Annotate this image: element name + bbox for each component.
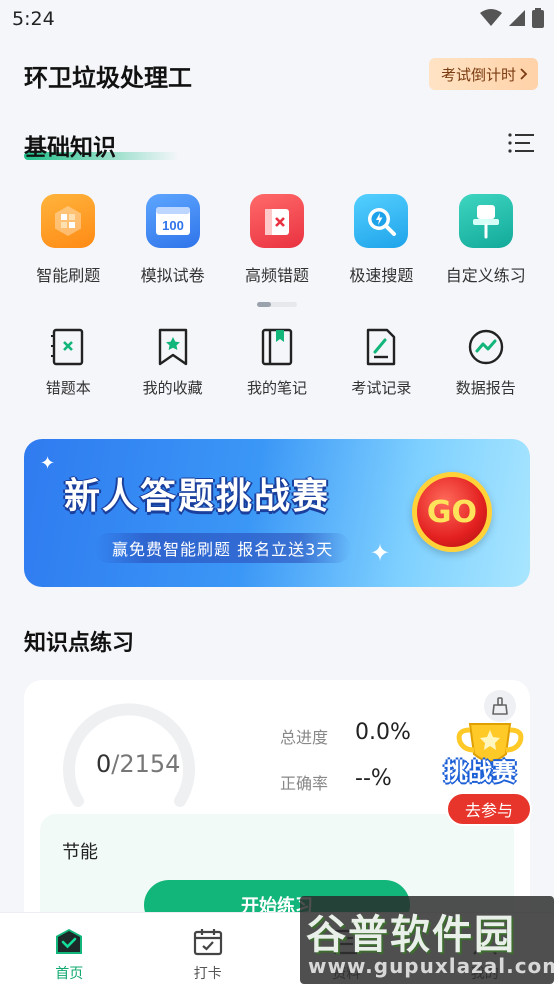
frequent-errors-button[interactable]: 高频错题 <box>225 194 329 286</box>
smart-practice-icon <box>41 194 96 248</box>
error-book-label: 错题本 <box>45 379 91 397</box>
section-heading: 基础知识 <box>24 128 534 162</box>
battery-icon <box>532 8 544 28</box>
tab-checkin[interactable]: 打卡 <box>139 913 278 984</box>
quick-search-button[interactable]: 极速搜题 <box>329 194 433 286</box>
challenge-banner[interactable]: ✦ ✦ 新人答题挑战赛 赢免费智能刷题 报名立送3天 GO <box>24 439 530 587</box>
quick-search-label: 极速搜题 <box>349 266 414 285</box>
mock-exam-badge: 100 <box>162 218 184 233</box>
smart-practice-label: 智能刷题 <box>36 266 101 285</box>
pager-active-indicator <box>257 302 271 307</box>
error-book-button[interactable]: 错题本 <box>16 327 120 398</box>
sparkle-icon: ✦ <box>40 453 56 474</box>
status-time: 5:24 <box>12 8 55 30</box>
watermark-main: 谷普软件园 <box>306 912 516 958</box>
progress-count: 0/2154 <box>96 750 180 778</box>
exam-countdown-label: 考试倒计时 <box>440 65 516 84</box>
exam-countdown-button[interactable]: 考试倒计时 <box>428 58 538 90</box>
challenge-float-widget[interactable]: 挑战赛 去参与 <box>440 690 540 830</box>
exam-record-label: 考试记录 <box>351 379 412 397</box>
grid-pager <box>257 302 297 307</box>
custom-practice-label: 自定义练习 <box>445 266 526 285</box>
sparkle-icon: ✦ <box>370 539 391 567</box>
tools-grid: 错题本 我的收藏 我的笔记 考试记录 数据报告 <box>16 327 538 398</box>
frequent-errors-icon <box>249 194 304 248</box>
smart-practice-button[interactable]: 智能刷题 <box>16 194 120 286</box>
custom-practice-icon <box>458 194 513 248</box>
progress-done: 0 <box>96 750 112 778</box>
knowledge-section-title: 知识点练习 <box>24 631 135 656</box>
exam-record-icon <box>361 327 401 367</box>
progress-total: /2154 <box>111 750 181 778</box>
quick-search-icon <box>354 194 409 248</box>
total-progress-label: 总进度 <box>280 728 329 747</box>
accuracy-value: --% <box>355 766 392 791</box>
challenge-float-title: 挑战赛 <box>444 758 516 786</box>
bookmark-label: 我的收藏 <box>142 379 203 397</box>
data-report-button[interactable]: 数据报告 <box>434 327 538 398</box>
exam-record-button[interactable]: 考试记录 <box>329 327 433 398</box>
section-title: 基础知识 <box>24 135 116 161</box>
tab-home[interactable]: 首页 <box>0 913 139 984</box>
page-title: 环卫垃圾处理工 <box>24 64 192 92</box>
bookmark-button[interactable]: 我的收藏 <box>120 327 224 398</box>
wifi-icon <box>480 9 502 26</box>
custom-practice-button[interactable]: 自定义练习 <box>434 194 538 286</box>
status-bar: 5:24 <box>0 0 554 38</box>
status-icons <box>480 8 544 28</box>
data-report-icon <box>466 327 506 367</box>
mock-exam-button[interactable]: 100 模拟试卷 <box>120 194 224 286</box>
bookmark-icon <box>153 327 193 367</box>
notes-button[interactable]: 我的笔记 <box>225 327 329 398</box>
topic-name: 节能 <box>62 842 98 863</box>
join-challenge-button[interactable]: 去参与 <box>446 792 532 826</box>
header: 环卫垃圾处理工 考试倒计时 <box>24 58 538 92</box>
mock-exam-icon: 100 <box>145 194 200 248</box>
notes-icon <box>257 327 297 367</box>
data-report-label: 数据报告 <box>455 379 516 397</box>
broom-icon[interactable] <box>484 690 516 722</box>
error-book-icon <box>48 327 88 367</box>
total-progress-value: 0.0% <box>355 720 411 745</box>
watermark: 谷普软件园 www.gupuxlazal.com <box>300 896 554 984</box>
chevron-right-icon <box>520 68 528 80</box>
banner-go-button[interactable]: GO <box>412 472 492 552</box>
banner-subtitle: 赢免费智能刷题 报名立送3天 <box>94 533 352 563</box>
watermark-sub: www.gupuxlazal.com <box>308 954 554 978</box>
mock-exam-label: 模拟试卷 <box>140 266 205 285</box>
calendar-check-icon <box>193 929 222 956</box>
tab-checkin-label: 打卡 <box>193 966 222 982</box>
signal-icon <box>509 10 525 26</box>
home-icon <box>56 929 83 954</box>
banner-title: 新人答题挑战赛 <box>64 476 331 517</box>
accuracy-label: 正确率 <box>280 774 329 793</box>
frequent-errors-label: 高频错题 <box>244 266 309 285</box>
feature-grid: 智能刷题 100 模拟试卷 高频错题 极速搜题 自定义练习 <box>16 194 538 286</box>
notes-label: 我的笔记 <box>246 379 307 397</box>
tab-home-label: 首页 <box>55 966 84 982</box>
